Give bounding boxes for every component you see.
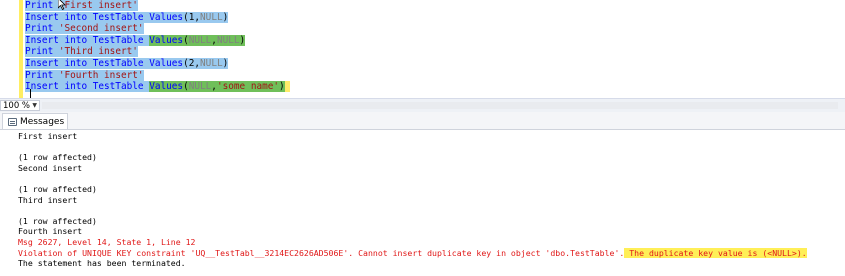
- messages-icon: [8, 117, 17, 126]
- insert-statement: Insert into TestTable: [25, 11, 150, 23]
- error-message-line: Violation of UNIQUE KEY constraint 'UQ__…: [18, 247, 807, 259]
- code-line-4: Insert into TestTable Values(NULL,NULL): [25, 34, 290, 47]
- insert-statement: Insert into TestTable: [25, 34, 150, 46]
- message-line: Fourth insert: [18, 226, 83, 237]
- message-line: (1 row affected): [18, 215, 97, 226]
- tab-messages-label: Messages: [20, 116, 65, 127]
- insert-statement: Insert into TestTable: [25, 57, 150, 69]
- message-line: The statement has been terminated.: [18, 258, 186, 269]
- horizontal-scrollbar[interactable]: [42, 102, 838, 109]
- results-tab-bar: Messages: [0, 112, 845, 130]
- values-args: (1,NULL): [183, 11, 229, 23]
- values-args: (NULL,'some name'): [183, 81, 285, 93]
- query-editor[interactable]: Print 'First insert' Insert into TestTab…: [0, 0, 845, 98]
- print-keyword: Print: [25, 23, 59, 35]
- message-line: First insert: [18, 131, 78, 141]
- string-literal: 'First insert': [58, 0, 138, 11]
- values-keyword: Values: [149, 57, 184, 69]
- text-caret: [30, 89, 31, 98]
- editor-gutter: [0, 0, 23, 98]
- insert-statement: Insert into TestTable: [25, 81, 150, 93]
- change-tracking-bar: [19, 0, 23, 98]
- messages-output: First insert (1 row affected) Second ins…: [18, 131, 807, 269]
- print-keyword: Print: [25, 46, 59, 58]
- values-keyword: Values: [149, 34, 184, 46]
- highlighted-error-text: The duplicate key value is (<NULL>).: [624, 247, 807, 258]
- code-line-7: Print 'Fourth insert': [25, 69, 290, 82]
- message-line: Third insert: [18, 194, 78, 205]
- values-keyword: Values: [149, 11, 184, 23]
- message-line: Second insert: [18, 162, 83, 173]
- values-args: (2,NULL): [183, 57, 229, 69]
- mouse-pointer-icon: [57, 0, 66, 11]
- string-literal: 'Third insert': [58, 46, 138, 58]
- print-keyword: Print: [25, 0, 59, 11]
- values-args: (NULL,NULL): [183, 34, 246, 46]
- code-line-5: Print 'Third insert': [25, 46, 290, 58]
- chevron-down-icon: ▼: [32, 102, 37, 109]
- zoom-dropdown[interactable]: 100 % ▼: [0, 100, 40, 111]
- values-keyword: Values: [149, 81, 184, 93]
- tab-messages[interactable]: Messages: [2, 113, 68, 129]
- error-text: Violation of UNIQUE KEY constraint 'UQ__…: [18, 247, 625, 258]
- messages-pane[interactable]: First insert (1 row affected) Second ins…: [0, 130, 845, 276]
- string-literal: 'Second insert': [58, 23, 144, 35]
- sql-code[interactable]: Print 'First insert' Insert into TestTab…: [25, 0, 291, 93]
- message-line: [18, 173, 807, 184]
- string-literal: 'Fourth insert': [58, 69, 144, 81]
- zoom-value: 100 %: [3, 100, 31, 111]
- code-line-8: Insert into TestTable Values(NULL,'some …: [25, 81, 291, 93]
- code-line-6: Insert into TestTable Values(2,NULL): [25, 57, 290, 70]
- code-line-2: Insert into TestTable Values(1,NULL): [25, 11, 290, 24]
- message-line: (1 row affected): [18, 152, 97, 163]
- message-line: [18, 205, 807, 216]
- print-keyword: Print: [25, 69, 59, 81]
- message-line: [18, 142, 807, 153]
- editor-status-strip: 100 % ▼: [0, 98, 845, 113]
- error-message-line: Msg 2627, Level 14, State 1, Line 12: [18, 236, 196, 247]
- message-line: (1 row affected): [18, 183, 97, 194]
- code-line-3: Print 'Second insert': [25, 23, 290, 35]
